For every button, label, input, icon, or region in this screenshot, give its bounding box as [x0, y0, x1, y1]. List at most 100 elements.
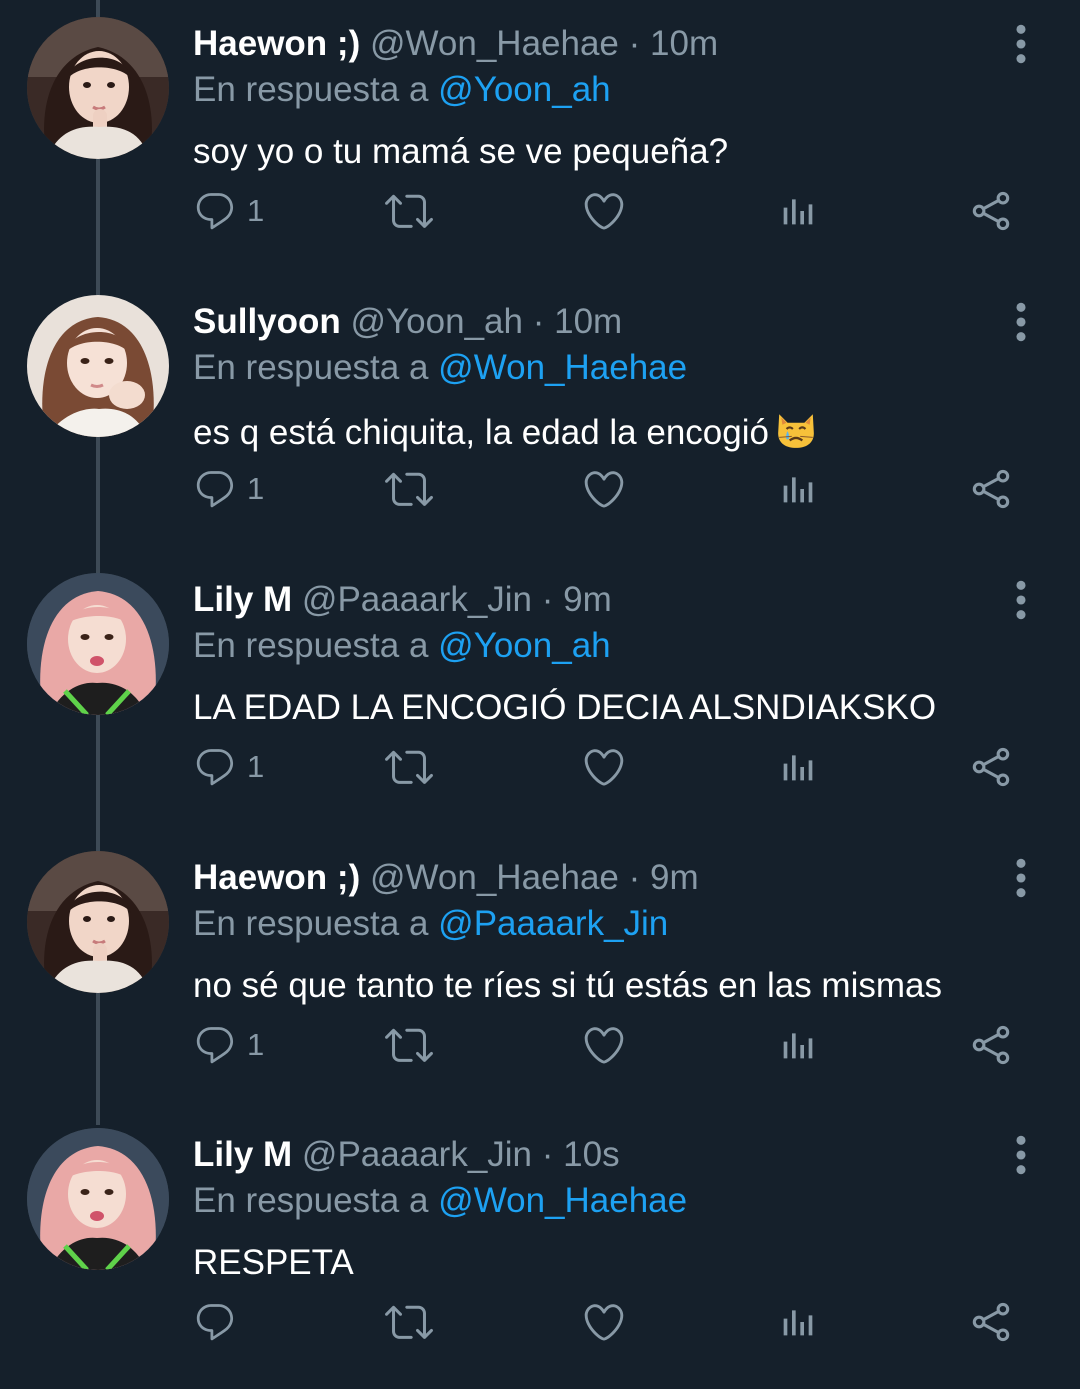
reply-button[interactable] — [193, 1294, 247, 1350]
separator-dot: · — [628, 858, 641, 897]
retweet-icon — [385, 465, 433, 513]
reply-count: 1 — [247, 471, 265, 506]
reply-context: En respuesta a @Paaaark_Jin — [193, 902, 668, 946]
share-button[interactable] — [969, 739, 1013, 795]
timestamp[interactable]: 9m — [650, 858, 699, 897]
user-handle[interactable]: @Paaaark_Jin — [302, 1135, 532, 1174]
tweet-header: Sullyoon @Yoon_ah · 10m — [193, 300, 622, 344]
share-button[interactable] — [969, 183, 1013, 239]
separator-dot: · — [532, 302, 545, 341]
more-options-icon[interactable] — [1014, 580, 1028, 620]
timestamp[interactable]: 10s — [563, 1135, 619, 1174]
retweet-button[interactable] — [385, 461, 433, 517]
reply-to-handle[interactable]: @Paaaark_Jin — [438, 904, 668, 943]
like-button[interactable] — [581, 183, 627, 239]
analytics-icon — [777, 191, 817, 231]
user-handle[interactable]: @Yoon_ah — [351, 302, 523, 341]
user-handle[interactable]: @Paaaark_Jin — [302, 580, 532, 619]
analytics-button[interactable] — [777, 1017, 817, 1073]
reply-to-handle[interactable]: @Won_Haehae — [438, 348, 687, 387]
display-name[interactable]: Sullyoon — [193, 302, 341, 341]
avatar[interactable] — [27, 295, 169, 437]
reply-icon — [193, 1300, 237, 1344]
crying-cat-face-icon — [775, 408, 817, 450]
reply-count: 1 — [247, 1027, 265, 1062]
tweet-actions — [193, 1294, 1023, 1350]
avatar[interactable] — [27, 17, 169, 159]
avatar[interactable] — [27, 1128, 169, 1270]
analytics-button[interactable] — [777, 461, 817, 517]
share-button[interactable] — [969, 461, 1013, 517]
more-options-icon[interactable] — [1014, 1135, 1028, 1175]
analytics-button[interactable] — [777, 183, 817, 239]
retweet-button[interactable] — [385, 1017, 433, 1073]
timestamp[interactable]: 9m — [563, 580, 612, 619]
like-button[interactable] — [581, 1294, 627, 1350]
like-button[interactable] — [581, 1017, 627, 1073]
display-name[interactable]: Haewon ;) — [193, 24, 360, 63]
tweet-text-content: es q está chiquita, la edad la encogió — [193, 413, 769, 452]
tweet[interactable]: Sullyoon @Yoon_ah · 10m En respuesta a @… — [0, 278, 1080, 556]
reply-count: 1 — [247, 749, 265, 784]
user-handle[interactable]: @Won_Haehae — [370, 24, 619, 63]
retweet-icon — [385, 1021, 433, 1069]
analytics-icon — [777, 1302, 817, 1342]
separator-dot: · — [541, 1135, 554, 1174]
heart-icon — [581, 1022, 627, 1068]
tweet-actions: 1 — [193, 461, 1023, 517]
tweet-text: RESPETA — [193, 1241, 354, 1285]
tweet[interactable]: Haewon ;) @Won_Haehae · 10m En respuesta… — [0, 0, 1080, 278]
reply-icon — [193, 467, 237, 511]
retweet-button[interactable] — [385, 183, 433, 239]
reply-icon — [193, 1023, 237, 1067]
share-button[interactable] — [969, 1017, 1013, 1073]
reply-prefix: En respuesta a — [193, 904, 429, 943]
tweet-text-content: LA EDAD LA ENCOGIÓ DECIA ALSNDIAKSKO — [193, 688, 937, 727]
share-icon — [969, 1300, 1013, 1344]
reply-button[interactable]: 1 — [193, 739, 264, 795]
display-name[interactable]: Lily M — [193, 580, 292, 619]
reply-button[interactable]: 1 — [193, 461, 264, 517]
tweet-text-content: RESPETA — [193, 1243, 354, 1282]
reply-button[interactable]: 1 — [193, 183, 264, 239]
reply-to-handle[interactable]: @Yoon_ah — [438, 70, 610, 109]
retweet-button[interactable] — [385, 739, 433, 795]
reply-icon — [193, 189, 237, 233]
reply-to-handle[interactable]: @Won_Haehae — [438, 1181, 687, 1220]
analytics-icon — [777, 469, 817, 509]
heart-icon — [581, 466, 627, 512]
analytics-icon — [777, 1025, 817, 1065]
retweet-icon — [385, 187, 433, 235]
more-options-icon[interactable] — [1014, 24, 1028, 64]
analytics-icon — [777, 747, 817, 787]
display-name[interactable]: Lily M — [193, 1135, 292, 1174]
tweet-text: soy yo o tu mamá se ve pequeña? — [193, 130, 728, 174]
timestamp[interactable]: 10m — [554, 302, 622, 341]
share-button[interactable] — [969, 1294, 1013, 1350]
like-button[interactable] — [581, 461, 627, 517]
like-button[interactable] — [581, 739, 627, 795]
display-name[interactable]: Haewon ;) — [193, 858, 360, 897]
retweet-button[interactable] — [385, 1294, 433, 1350]
avatar[interactable] — [27, 573, 169, 715]
reply-button[interactable]: 1 — [193, 1017, 264, 1073]
more-options-icon[interactable] — [1014, 858, 1028, 898]
heart-icon — [581, 1299, 627, 1345]
share-icon — [969, 745, 1013, 789]
analytics-button[interactable] — [777, 739, 817, 795]
user-handle[interactable]: @Won_Haehae — [370, 858, 619, 897]
reply-prefix: En respuesta a — [193, 626, 429, 665]
reply-context: En respuesta a @Yoon_ah — [193, 68, 611, 112]
heart-icon — [581, 744, 627, 790]
reply-to-handle[interactable]: @Yoon_ah — [438, 626, 610, 665]
more-options-icon[interactable] — [1014, 302, 1028, 342]
retweet-icon — [385, 1298, 433, 1346]
avatar[interactable] — [27, 851, 169, 993]
tweet[interactable]: Lily M @Paaaark_Jin · 10s En respuesta a… — [0, 1111, 1080, 1389]
reply-count: 1 — [247, 193, 265, 228]
analytics-button[interactable] — [777, 1294, 817, 1350]
tweet[interactable]: Haewon ;) @Won_Haehae · 9m En respuesta … — [0, 834, 1080, 1112]
tweet[interactable]: Lily M @Paaaark_Jin · 9m En respuesta a … — [0, 556, 1080, 834]
timestamp[interactable]: 10m — [650, 24, 718, 63]
share-icon — [969, 1023, 1013, 1067]
